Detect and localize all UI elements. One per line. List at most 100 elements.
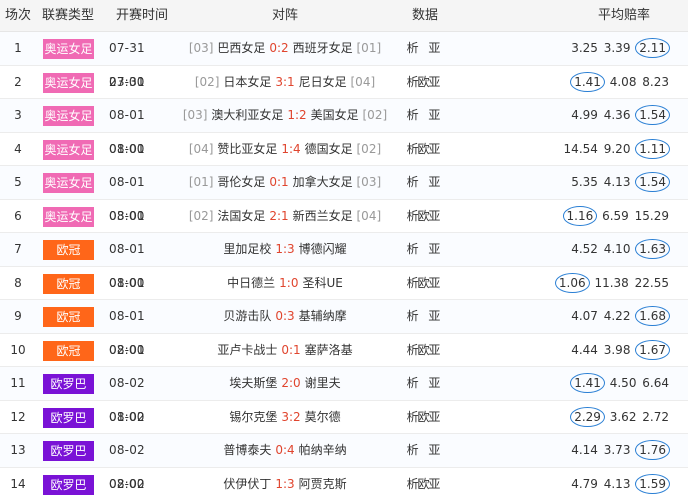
away-team[interactable]: 德国女足: [305, 142, 353, 156]
header-matchup: 对阵: [271, 8, 298, 23]
table-row[interactable]: 9 欧冠 08-01 02:00 贝游击队 0:3 基辅纳摩 析 亚 欧 4.07 4.22 …: [0, 300, 688, 357]
table-row[interactable]: 14 欧罗巴 08-02 02:00 伏伊伏丁 1:3 阿贾克斯 析 亚 欧 4.79 4.1…: [0, 468, 688, 500]
league-badge[interactable]: 欧罗巴: [43, 441, 94, 461]
away-team[interactable]: 尼日女足: [299, 75, 347, 89]
matchup: 里加足校 1:3 博德闪耀: [180, 233, 390, 267]
home-team[interactable]: 澳大利亚女足: [211, 108, 283, 122]
home-rank: [01]: [188, 175, 214, 189]
draw-odds: 4.36: [603, 108, 631, 122]
table-row[interactable]: 1 奥运女足 07-31 23:00 [03] 巴西女足 0:2 西班牙女足 [01] 析 …: [0, 32, 688, 89]
match-number: 1: [14, 41, 22, 55]
away-team[interactable]: 圣科UE: [302, 276, 342, 290]
average-odds: 1.06 11.38 22.55: [520, 267, 670, 301]
league-badge[interactable]: 欧罗巴: [43, 407, 94, 428]
away-win-odds: 1.54: [635, 172, 670, 192]
table-row[interactable]: 10 欧冠 08-01 03:00 亚卢卡战士 0:1 塞萨洛基 析 亚 欧 4.44 3.9…: [0, 334, 688, 391]
home-team[interactable]: 亚卢卡战士: [217, 343, 277, 357]
league-badge[interactable]: 欧冠: [43, 307, 94, 327]
data-links[interactable]: 析 亚 欧: [400, 32, 450, 89]
home-team[interactable]: 日本女足: [223, 75, 271, 89]
away-team[interactable]: 帕纳辛纳: [299, 443, 347, 457]
table-row[interactable]: 3 奥运女足 08-01 01:00 [03] 澳大利亚女足 1:2 美国女足 [02] 析…: [0, 99, 688, 156]
league-badge[interactable]: 欧罗巴: [43, 374, 94, 394]
away-team[interactable]: 加拿大女足: [293, 175, 353, 189]
away-win-odds: 1.54: [635, 105, 670, 125]
average-odds: 4.52 4.10 1.63: [520, 233, 670, 267]
away-team[interactable]: 基辅纳摩: [299, 309, 347, 323]
league-badge[interactable]: 欧冠: [43, 240, 94, 260]
average-odds: 4.99 4.36 1.54: [520, 99, 670, 133]
match-number: 12: [10, 409, 26, 424]
home-team[interactable]: 哥伦女足: [217, 175, 265, 189]
away-team[interactable]: 博德闪耀: [299, 242, 347, 256]
table-row[interactable]: 5 奥运女足 08-01 03:00 [01] 哥伦女足 0:1 加拿大女足 [03] 析 …: [0, 166, 688, 223]
home-win-odds: 4.07: [571, 309, 598, 323]
data-links[interactable]: 析 亚 欧: [400, 66, 450, 123]
matchup: 伏伊伏丁 1:3 阿贾克斯: [180, 468, 390, 500]
league-badge[interactable]: 欧冠: [43, 273, 94, 294]
match-score: 0:1: [269, 175, 289, 189]
league-badge[interactable]: 欧罗巴: [43, 474, 94, 495]
data-links[interactable]: 析 亚 欧: [400, 233, 450, 290]
average-odds: 4.14 3.73 1.76: [520, 434, 670, 468]
league-badge[interactable]: 奥运女足: [43, 106, 94, 126]
header-match-number: 场次: [4, 8, 31, 23]
home-team[interactable]: 中日德兰: [227, 276, 275, 290]
table-row[interactable]: 12 欧罗巴 08-02 01:15 锡尔克堡 3:2 莫尔德 析 亚 欧 2.29 3.62…: [0, 401, 688, 458]
match-number: 9: [14, 309, 22, 323]
data-links[interactable]: 析 亚 欧: [400, 434, 450, 491]
matchup: [02] 法国女足 2:1 新西兰女足 [04]: [180, 200, 390, 234]
data-links[interactable]: 析 亚 欧: [400, 99, 450, 156]
league-badge[interactable]: 奥运女足: [43, 206, 94, 227]
data-links[interactable]: 析 亚 欧: [400, 200, 450, 257]
away-team[interactable]: 美国女足: [311, 108, 359, 122]
table-row[interactable]: 8 欧冠 08-01 01:15 中日德兰 1:0圣科UE 析 亚 欧 1.06 11.38…: [0, 267, 688, 324]
home-team[interactable]: 里加足校: [223, 242, 271, 256]
match-score: 3:1: [275, 74, 295, 89]
home-team[interactable]: 普博泰夫: [223, 443, 271, 457]
away-team[interactable]: 谢里夫: [305, 376, 341, 390]
home-win-odds: 4.79: [571, 476, 598, 491]
home-team[interactable]: 赞比亚女足: [217, 142, 277, 156]
matchup: 埃夫斯堡 2:0 谢里夫: [180, 367, 390, 401]
home-team[interactable]: 伏伊伏丁: [223, 477, 271, 491]
matchup: [01] 哥伦女足 0:1 加拿大女足 [03]: [180, 166, 390, 200]
data-links[interactable]: 析 亚 欧: [400, 334, 450, 391]
league-badge[interactable]: 奥运女足: [43, 72, 94, 93]
league-badge[interactable]: 欧冠: [43, 340, 94, 361]
away-team[interactable]: 阿贾克斯: [299, 477, 347, 491]
data-links[interactable]: 析 亚 欧: [400, 166, 450, 223]
table-row[interactable]: 6 奥运女足 08-01 03:00 [02] 法国女足 2:1 新西兰女足 [04] 析 …: [0, 200, 688, 257]
home-team[interactable]: 贝游击队: [223, 309, 271, 323]
kickoff-time: 08-01 01:00: [109, 141, 145, 190]
away-rank: [01]: [356, 41, 382, 55]
away-team[interactable]: 新西兰女足: [293, 209, 353, 223]
away-team[interactable]: 西班牙女足: [293, 41, 353, 55]
match-number: 7: [14, 242, 22, 256]
home-team[interactable]: 锡尔克堡: [229, 410, 277, 424]
home-team[interactable]: 法国女足: [217, 209, 265, 223]
league-badge[interactable]: 奥运女足: [43, 139, 94, 160]
league-badge[interactable]: 奥运女足: [43, 39, 94, 59]
home-team[interactable]: 埃夫斯堡: [229, 376, 277, 390]
table-row[interactable]: 2 奥运女足 07-31 23:00 [02] 日本女足 3:1 尼日女足 [04] 析 亚…: [0, 66, 688, 123]
away-team[interactable]: 莫尔德: [305, 410, 341, 424]
league-badge[interactable]: 奥运女足: [43, 173, 94, 193]
draw-odds: 3.62: [609, 409, 637, 424]
home-team[interactable]: 巴西女足: [217, 41, 265, 55]
table-row[interactable]: 13 欧罗巴 08-02 02:00 普博泰夫 0:4 帕纳辛纳 析 亚 欧 4.14 3.7…: [0, 434, 688, 491]
data-links[interactable]: 析 亚 欧: [400, 401, 450, 458]
data-links[interactable]: 析 亚 欧: [400, 133, 450, 190]
table-row[interactable]: 7 欧冠 08-01 01:00 里加足校 1:3 博德闪耀 析 亚 欧 4.52 4.10 …: [0, 233, 688, 290]
table-row[interactable]: 4 奥运女足 08-01 01:00 [04] 赞比亚女足 1:4 德国女足 [02] 析 …: [0, 133, 688, 190]
data-links[interactable]: 析 亚 欧: [400, 468, 450, 500]
away-team[interactable]: 塞萨洛基: [305, 343, 353, 357]
data-links[interactable]: 析 亚 欧: [400, 267, 450, 324]
draw-odds: 3.73: [603, 443, 631, 457]
average-odds: 2.29 3.62 2.72: [520, 401, 670, 435]
draw-odds: 4.10: [603, 242, 631, 256]
away-win-odds: 2.72: [642, 409, 669, 424]
data-links[interactable]: 析 亚 欧: [400, 367, 450, 424]
table-row[interactable]: 11 欧罗巴 08-02 01:00 埃夫斯堡 2:0 谢里夫 析 亚 欧 1.41 4.50…: [0, 367, 688, 424]
data-links[interactable]: 析 亚 欧: [400, 300, 450, 357]
